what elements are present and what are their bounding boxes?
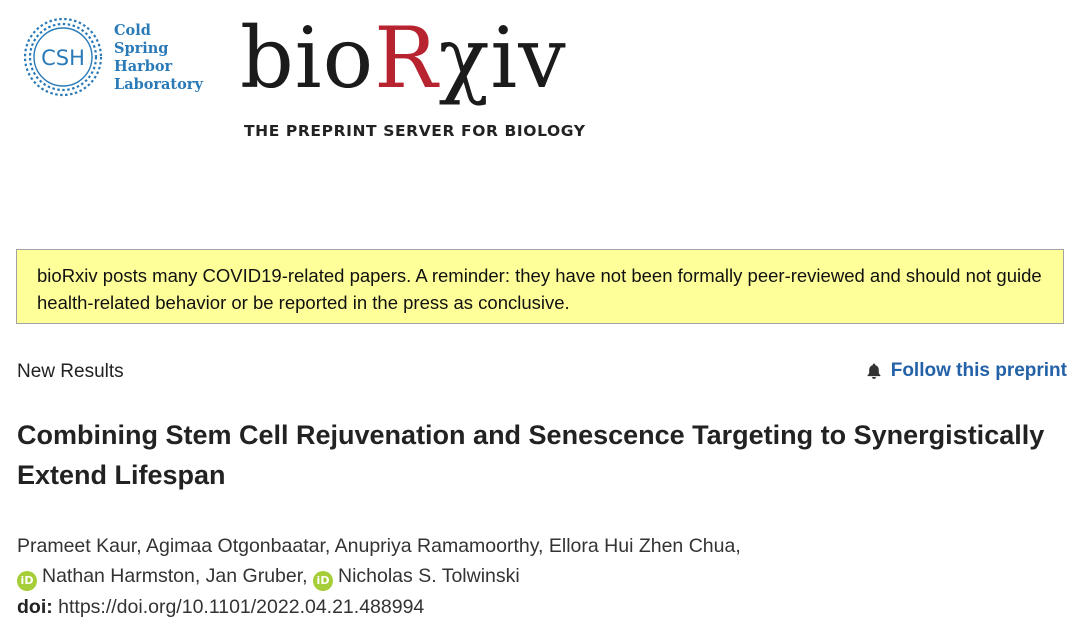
biorxiv-tagline: THE PREPRINT SERVER FOR BIOLOGY [244,122,586,140]
article-section-label: New Results [17,361,124,382]
biorxiv-logo[interactable]: bioRχiv THE PREPRINT SERVER FOR BIOLOGY [240,10,600,150]
csh-line-4: Laboratory [114,76,203,93]
author-link[interactable]: Jan Gruber [206,565,302,587]
author-link[interactable]: Anupriya Ramamoorthy [335,535,538,557]
csh-line-2: Spring [114,40,169,57]
wordmark-iv: iv [490,9,567,107]
biorxiv-wordmark: bioRχiv [240,10,567,106]
csh-line-3: Harbor [114,58,173,75]
follow-preprint-link[interactable]: Follow this preprint [865,360,1067,382]
orcid-icon[interactable]: iD [313,571,333,591]
author-link[interactable]: Agimaa Otgonbaatar [146,535,325,557]
wordmark-bio: bio [240,9,375,107]
doi-label: doi: [17,596,53,618]
follow-preprint-label: Follow this preprint [890,360,1067,381]
wordmark-r: R [374,9,439,107]
author-link[interactable]: Nathan Harmston [42,565,195,587]
paper-title: Combining Stem Cell Rejuvenation and Sen… [17,420,1045,490]
covid-notice-text: bioRxiv posts many COVID19-related paper… [37,265,1042,313]
orcid-icon[interactable]: iD [17,571,37,591]
wordmark-chi: χ [438,9,491,107]
author-link[interactable]: Prameet Kaur [17,535,136,557]
bell-icon [867,363,881,379]
csh-dna-ring-icon: CSH [23,17,103,97]
csh-line-1: Cold [114,22,151,39]
doi-line: doi: https://doi.org/10.1101/2022.04.21.… [17,596,424,619]
author-link[interactable]: Ellora Hui Zhen Chua [549,535,735,557]
covid-notice: bioRxiv posts many COVID19-related paper… [16,249,1064,324]
csh-logo[interactable]: CSH Cold Spring Harbor Laboratory [20,14,203,104]
author-list: Prameet Kaur, Agimaa Otgonbaatar, Anupri… [17,531,1067,591]
csh-monogram: CSH [41,46,85,70]
doi-link[interactable]: https://doi.org/10.1101/2022.04.21.48899… [58,596,424,618]
author-link[interactable]: Nicholas S. Tolwinski [338,565,520,587]
